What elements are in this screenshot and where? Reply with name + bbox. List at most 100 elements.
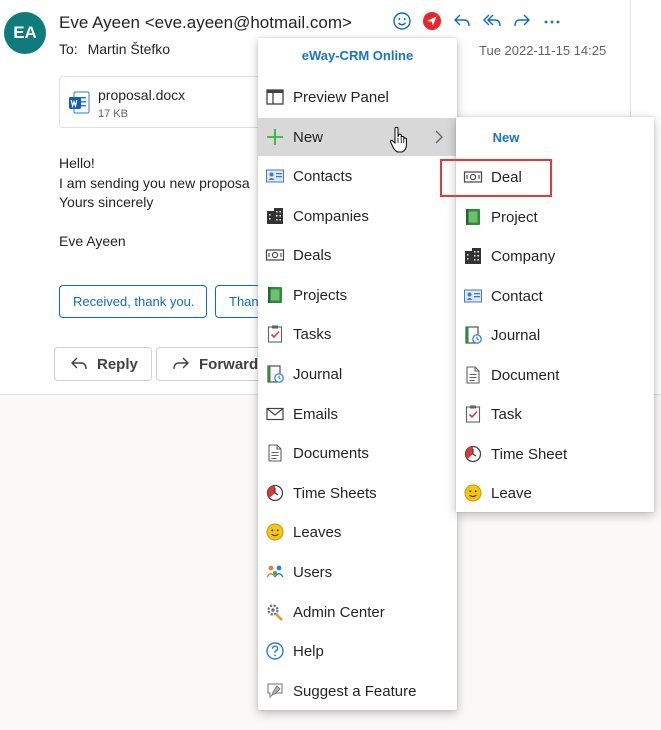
menu-item-label: Projects [293,286,348,304]
submenu-item-journal[interactable]: Journal [456,317,654,353]
submenu-item-label: Time Sheet [491,445,568,463]
menu-item-tasks[interactable]: Tasks [258,315,457,353]
submenu-header: New [492,130,520,145]
email-date: Tue 2022-11-15 14:25 [479,43,607,58]
building-icon [463,246,483,266]
menu-item-suggest-feature[interactable]: Suggest a Feature [258,672,457,710]
body-line: Yours sincerely [59,194,154,210]
chevron-right-icon [435,130,443,144]
word-file-icon [69,91,90,114]
forward-icon[interactable] [507,10,537,32]
eway-crm-icon[interactable] [417,10,447,32]
menu-item-projects[interactable]: Projects [258,276,457,314]
submenu-item-leave[interactable]: Leave [456,475,654,511]
document-icon [265,443,285,463]
forward-button[interactable]: Forward [156,347,266,381]
journal-icon [265,364,285,384]
body-line: I am sending you new proposa [59,174,250,191]
menu-item-companies[interactable]: Companies [258,197,457,235]
deal-icon [265,245,285,265]
menu-item-emails[interactable]: Emails [258,395,457,433]
preview-panel-icon [265,87,285,107]
menu-item-label: Contacts [293,167,353,185]
menu-item-label: Documents [293,444,369,462]
menu-item-journal[interactable]: Journal [258,355,457,393]
menu-item-documents[interactable]: Documents [258,434,457,472]
menu-item-label: Journal [293,365,343,383]
message-toolbar [387,10,567,32]
sender-address[interactable]: Eve Ayeen <eve.ayeen@hotmail.com> [59,13,352,33]
menu-item-label: Time Sheets [293,484,377,502]
submenu-item-time-sheet[interactable]: Time Sheet [456,436,654,472]
contact-card-icon [265,166,285,186]
more-icon[interactable] [537,10,567,32]
plus-icon [265,127,285,147]
submenu-item-document[interactable]: Document [456,357,654,393]
reply-button[interactable]: Reply [54,347,152,381]
submenu-item-label: Journal [491,326,541,344]
contact-card-icon [463,286,483,306]
menu-item-contacts[interactable]: Contacts [258,157,457,195]
attachment-name: proposal.docx [98,87,186,103]
menu-item-help[interactable]: Help [258,632,457,670]
submenu-item-task[interactable]: Task [456,396,654,432]
sender-avatar[interactable]: EA [4,12,46,54]
timesheet-icon [265,483,285,503]
menu-item-label: Users [293,563,333,581]
document-icon [463,365,483,385]
to-label: To: [59,41,78,57]
submenu-item-label: Company [491,247,556,265]
email-signature: Eve Ayeen [59,232,126,249]
project-icon [265,285,285,305]
email-body: Hello! I am sending you new proposa Your… [59,154,250,251]
submenu-item-project[interactable]: Project [456,199,654,235]
menu-item-label: Help [293,642,324,660]
deal-highlight-box [440,159,552,197]
body-line: Hello! [59,155,95,171]
menu-item-label: Companies [293,207,369,225]
menu-item-label: Emails [293,405,339,423]
menu-item-leaves[interactable]: Leaves [258,513,457,551]
envelope-icon [265,404,285,424]
hand-cursor-icon [389,126,407,153]
menu-item-admin-center[interactable]: Admin Center [258,593,457,631]
submenu-item-company[interactable]: Company [456,238,654,274]
menu-item-new[interactable]: New [258,118,457,156]
attachment-card[interactable]: proposal.docx 17 KB [59,76,264,128]
users-icon [265,562,285,582]
menu-item-label: Suggest a Feature [293,682,417,700]
help-icon [265,641,285,661]
menu-item-preview-panel[interactable]: Preview Panel [258,78,457,116]
admin-icon [265,602,285,622]
forward-icon [173,357,189,370]
leave-icon [265,522,285,542]
task-icon [265,324,285,344]
submenu-item-contact[interactable]: Contact [456,278,654,314]
submenu-item-label: Task [491,405,522,423]
menu-item-label: Leaves [293,523,342,541]
suggested-reply-button[interactable]: Received, thank you. [59,285,207,318]
building-icon [265,206,285,226]
submenu-item-label: Project [491,208,538,226]
menu-item-label: Admin Center [293,603,385,621]
suggest-icon [265,681,285,701]
submenu-item-label: Document [491,366,560,384]
reply-icon [71,357,87,370]
emoji-icon[interactable] [387,10,417,32]
leave-icon [463,483,483,503]
menu-item-label: New [293,128,324,146]
menu-item-label: Deals [293,246,332,264]
timesheet-icon [463,444,483,464]
reply-all-icon[interactable] [477,10,507,32]
submenu-item-label: Contact [491,287,543,305]
reply-label: Reply [97,355,138,373]
reply-icon[interactable] [447,10,477,32]
menu-item-users[interactable]: Users [258,553,457,591]
menu-item-deals[interactable]: Deals [258,236,457,274]
recipient-name[interactable]: Martin Štefko [88,41,170,57]
menu-header: eWay-CRM Online [301,48,414,63]
eway-crm-menu: eWay-CRM Online Preview Panel New Contac… [258,38,457,710]
menu-item-label: Tasks [293,325,332,343]
menu-item-time-sheets[interactable]: Time Sheets [258,474,457,512]
journal-icon [463,325,483,345]
